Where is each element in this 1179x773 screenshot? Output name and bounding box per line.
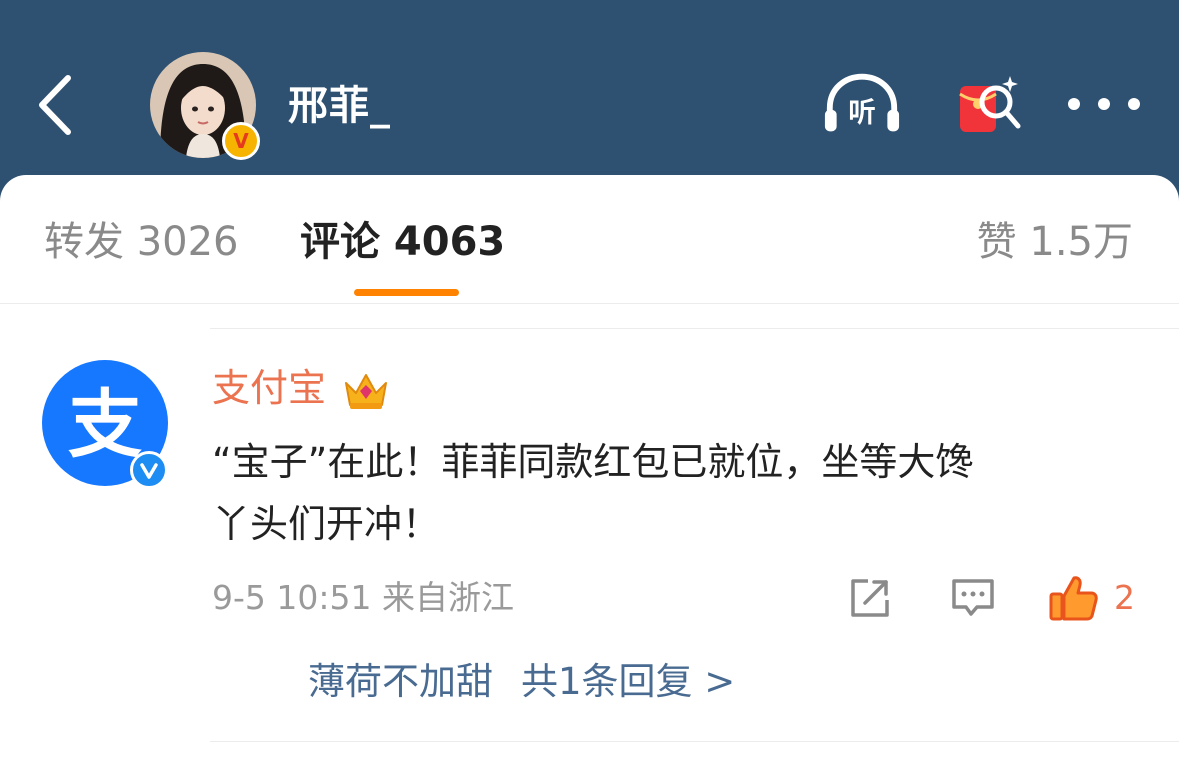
comment-text: “宝子”在此！菲菲同款红包已就位，坐等大馋 丫头们开冲！ xyxy=(212,431,1132,555)
divider xyxy=(210,741,1179,742)
divider xyxy=(0,303,1179,304)
reply-author: 薄荷不加甜 xyxy=(308,660,493,703)
red-packet-icon xyxy=(959,76,1021,132)
listen-button[interactable]: 听 xyxy=(822,68,902,140)
thumbs-up-icon xyxy=(1049,576,1098,621)
tab-like[interactable]: 赞 1.5万 xyxy=(977,217,1133,267)
tab-comment[interactable]: 评论 4063 xyxy=(300,217,505,267)
comments-sheet: 转发 3026 评论 4063 赞 1.5万 支 支付宝 “宝子”在此！菲菲同款… xyxy=(0,175,1179,773)
more-button[interactable] xyxy=(1064,68,1144,140)
back-button[interactable] xyxy=(30,70,78,140)
avatar[interactable]: V xyxy=(150,52,260,160)
comment-author[interactable]: 支付宝 xyxy=(212,363,326,413)
reply-button[interactable] xyxy=(948,573,998,623)
verified-badge-icon xyxy=(130,451,168,489)
comment-meta: 9-5 10:51 来自浙江 xyxy=(212,578,514,617)
chevron-left-icon xyxy=(39,75,71,135)
comment-text-line: “宝子”在此！菲菲同款红包已就位，坐等大馋 xyxy=(212,440,974,484)
replies-link[interactable]: 薄荷不加甜 共1条回复 > xyxy=(308,657,735,707)
crown-icon xyxy=(345,374,387,409)
comment-text-line: 丫头们开冲！ xyxy=(212,502,441,546)
top-bar: V 邢菲_ 听 xyxy=(0,0,1179,180)
share-button[interactable] xyxy=(845,573,895,623)
active-tab-indicator xyxy=(354,289,459,296)
share-icon xyxy=(851,579,889,617)
verified-badge-icon: V xyxy=(222,122,260,160)
tab-bar: 转发 3026 评论 4063 赞 1.5万 xyxy=(0,175,1179,303)
reply-count: 共1条回复 > xyxy=(521,660,736,703)
like-button[interactable] xyxy=(1048,573,1098,623)
red-packet-search-button[interactable] xyxy=(948,68,1028,140)
comment-icon xyxy=(952,579,994,616)
divider xyxy=(210,328,1179,329)
page-title[interactable]: 邢菲_ xyxy=(288,78,391,134)
like-count: 2 xyxy=(1114,578,1135,617)
tab-repost[interactable]: 转发 3026 xyxy=(44,217,239,267)
listen-label: 听 xyxy=(848,98,875,129)
headphones-icon: 听 xyxy=(824,73,900,132)
more-icon xyxy=(1068,98,1140,110)
alipay-glyph: 支 xyxy=(68,382,142,468)
